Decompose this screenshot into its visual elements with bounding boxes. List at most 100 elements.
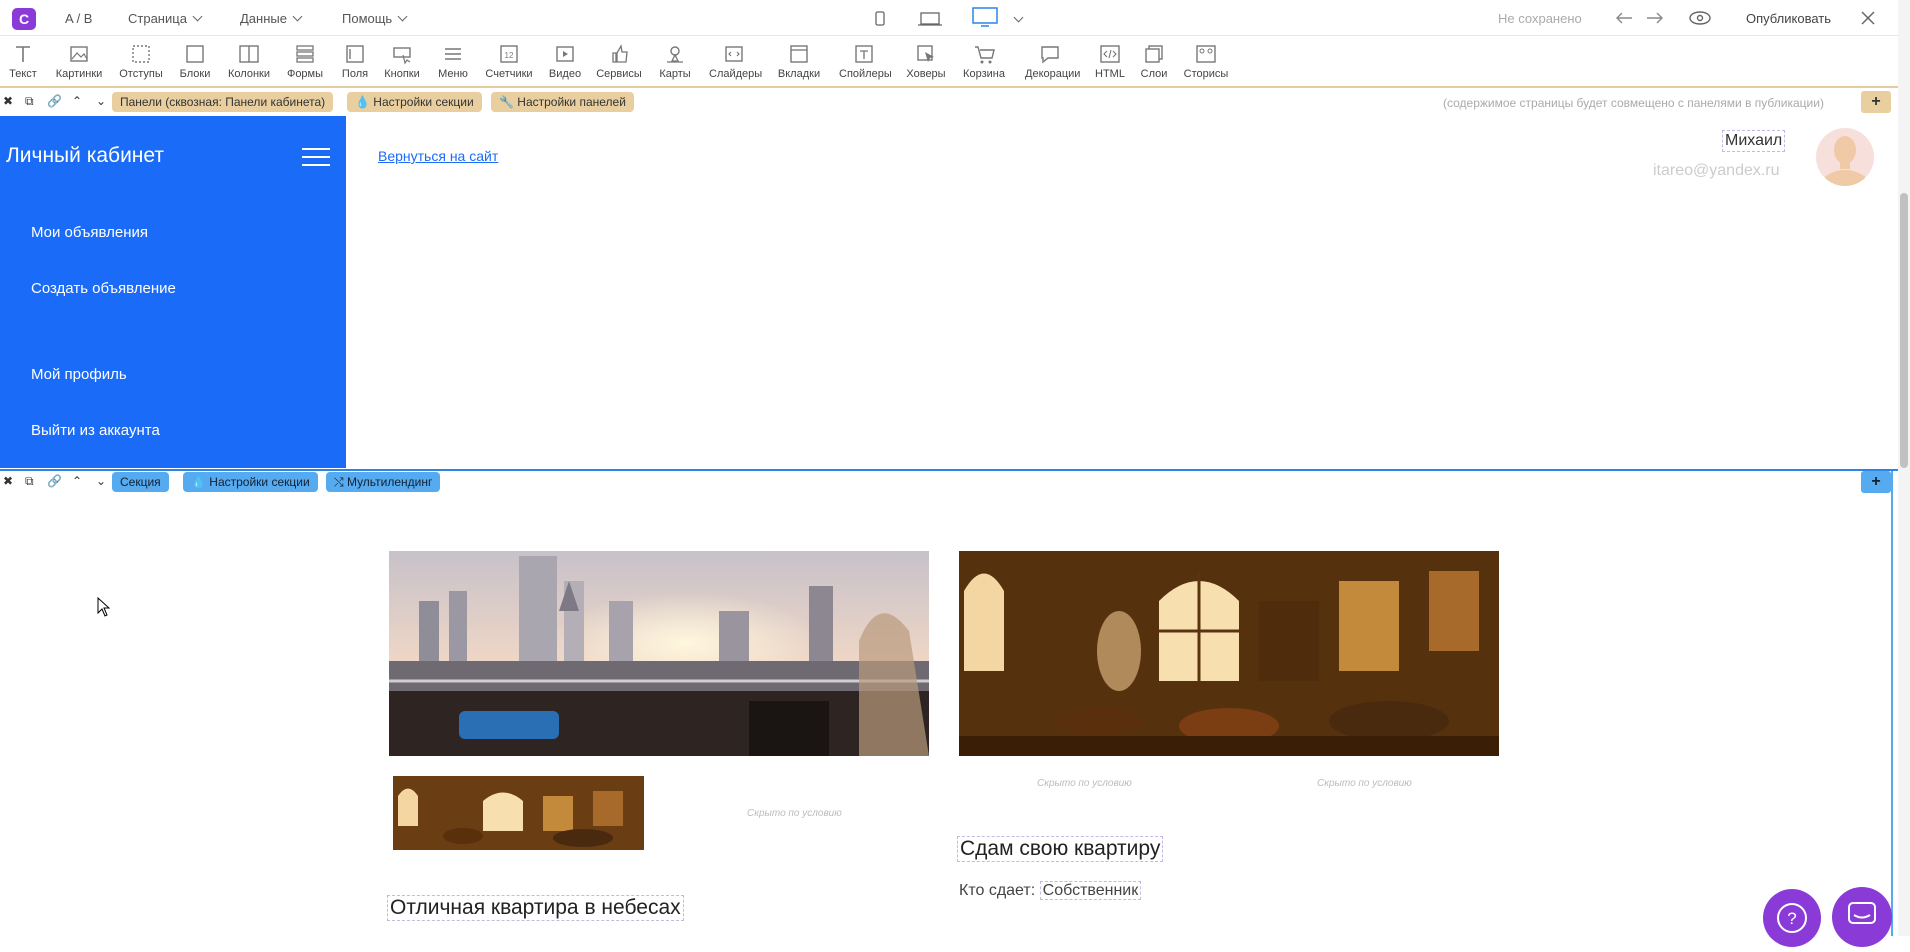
back-to-site-link[interactable]: Вернуться на сайт [378,148,498,164]
tool-map[interactable]: Карты [650,43,700,80]
phone-view-icon[interactable] [874,9,886,27]
panel-label[interactable]: Панели (сквозная: Панели кабинета) [112,92,334,112]
menu-page[interactable]: Страница [128,11,203,26]
multilanding-label: Мультилендинг [346,475,433,489]
chat-button[interactable] [1832,887,1892,947]
hamburger-menu-icon[interactable] [302,148,330,168]
tool-cart[interactable]: Корзина [959,43,1009,80]
tool-counter[interactable]: 12 Счетчики [484,43,534,80]
tool-video[interactable]: Видео [540,43,590,80]
field-icon [346,45,364,63]
delete-icon[interactable]: ✖ [3,94,13,108]
tool-form[interactable]: Формы [280,43,330,80]
tool-stories[interactable]: Сторисы [1181,43,1231,80]
chevron-down-icon [192,11,203,22]
tool-decoration[interactable]: Декорации [1025,43,1080,80]
section-label[interactable]: Секция [112,472,169,492]
link-icon[interactable]: 🔗 [47,94,62,108]
add-section-button[interactable]: + [1861,471,1891,493]
tool-field[interactable]: Поля [330,43,380,80]
tool-text[interactable]: Текст [0,43,48,80]
section-settings-button[interactable]: 💧 Настройки секции [347,92,482,112]
tool-padding[interactable]: Отступы [116,43,166,80]
tool-label: Меню [438,68,468,80]
owner-label: Кто сдает: [959,882,1036,899]
sidebar: Личный кабинет Мои объявления Создать об… [0,116,346,468]
listing-image-loft[interactable] [959,551,1499,756]
tool-hover[interactable]: Ховеры [901,43,951,80]
tool-image[interactable]: Картинки [54,43,104,80]
app-logo[interactable]: C [12,8,36,30]
panel-controls: ✖ ⧉ 🔗 ⌃ ⌄ [0,91,108,113]
tool-label: Слайдеры [709,68,763,80]
listing-title[interactable]: Отличная квартира в небесах [387,895,684,921]
sidebar-item-logout[interactable]: Выйти из аккаунта [31,422,160,439]
listing-title[interactable]: Сдам свою квартиру [957,836,1164,862]
tool-columns[interactable]: Колонки [224,43,274,80]
tool-spoiler[interactable]: Спойлеры [839,43,892,80]
chevron-down-icon[interactable] [1013,12,1024,23]
multilanding-button[interactable]: ⤭ Мультилендинг [326,472,441,492]
copy-icon[interactable]: ⧉ [25,474,34,489]
tool-slider[interactable]: Слайдеры [709,43,763,80]
sidebar-item-my-ads[interactable]: Мои объявления [31,224,148,241]
listing-image-balcony[interactable] [389,551,929,756]
section-settings-label: Настройки секции [209,475,310,489]
tool-label: Вкладки [777,68,821,80]
user-email: itareo@yandex.ru [1653,162,1780,179]
tool-html[interactable]: HTML [1085,43,1135,80]
tool-label: Блоки [179,68,211,80]
form-icon [296,45,314,63]
help-button[interactable]: ? [1763,889,1821,947]
sidebar-item-create-ad[interactable]: Создать объявление [31,280,176,297]
mouse-cursor-icon [97,597,111,617]
tool-layers[interactable]: Слои [1129,43,1179,80]
tabs-icon [790,45,808,63]
spoiler-icon [855,45,873,63]
tool-service[interactable]: Сервисы [594,43,644,80]
listing-thumbnail[interactable] [393,776,644,850]
desktop-view-icon[interactable] [972,6,998,28]
svg-text:?: ? [1787,909,1796,928]
tool-label: Счетчики [485,68,533,80]
undo-icon[interactable] [1614,10,1634,26]
add-panel-button[interactable]: + [1861,91,1891,113]
ab-test-toggle[interactable]: A / B [65,11,92,26]
tool-block[interactable]: Блоки [170,43,220,80]
close-icon[interactable] [1860,10,1876,26]
stories-icon [1196,45,1216,63]
move-down-icon[interactable]: ⌄ [96,94,106,108]
sidebar-title: Личный кабинет [6,144,164,167]
scrollbar-thumb[interactable] [1900,193,1908,468]
move-up-icon[interactable]: ⌃ [72,474,82,488]
owner-row: Кто сдает: Собственник [959,881,1142,900]
tool-button[interactable]: Кнопки [377,43,427,80]
tool-label: Сервисы [596,68,642,80]
menu-data[interactable]: Данные [240,11,303,26]
section-controls: ✖ ⧉ 🔗 ⌃ ⌄ [0,471,108,493]
svg-text:12: 12 [505,51,514,60]
panel-settings-label: Настройки панелей [517,95,626,109]
decoration-icon [1041,46,1059,64]
move-up-icon[interactable]: ⌃ [72,94,82,108]
move-down-icon[interactable]: ⌄ [96,474,106,488]
section-settings-button[interactable]: 💧 Настройки секции [183,472,318,492]
copy-icon[interactable]: ⧉ [25,94,34,109]
panel-settings-button[interactable]: 🔧 Настройки панелей [491,92,634,112]
tool-label: Видео [548,68,582,80]
owner-value[interactable]: Собственник [1039,881,1142,900]
preview-eye-icon[interactable] [1688,10,1712,26]
question-icon: ? [1777,903,1807,933]
tool-menu[interactable]: Меню [428,43,478,80]
redo-icon[interactable] [1645,10,1665,26]
laptop-view-icon[interactable] [918,9,942,27]
delete-icon[interactable]: ✖ [3,474,13,488]
tool-label: Картинки [55,68,103,80]
link-icon[interactable]: 🔗 [47,474,62,488]
layers-icon [1145,45,1163,63]
sidebar-item-profile[interactable]: Мой профиль [31,366,127,383]
scrollbar[interactable] [1898,0,1910,936]
publish-button[interactable]: Опубликовать [1746,11,1831,26]
tool-tabs[interactable]: Вкладки [774,43,824,80]
menu-help[interactable]: Помощь [342,11,408,26]
